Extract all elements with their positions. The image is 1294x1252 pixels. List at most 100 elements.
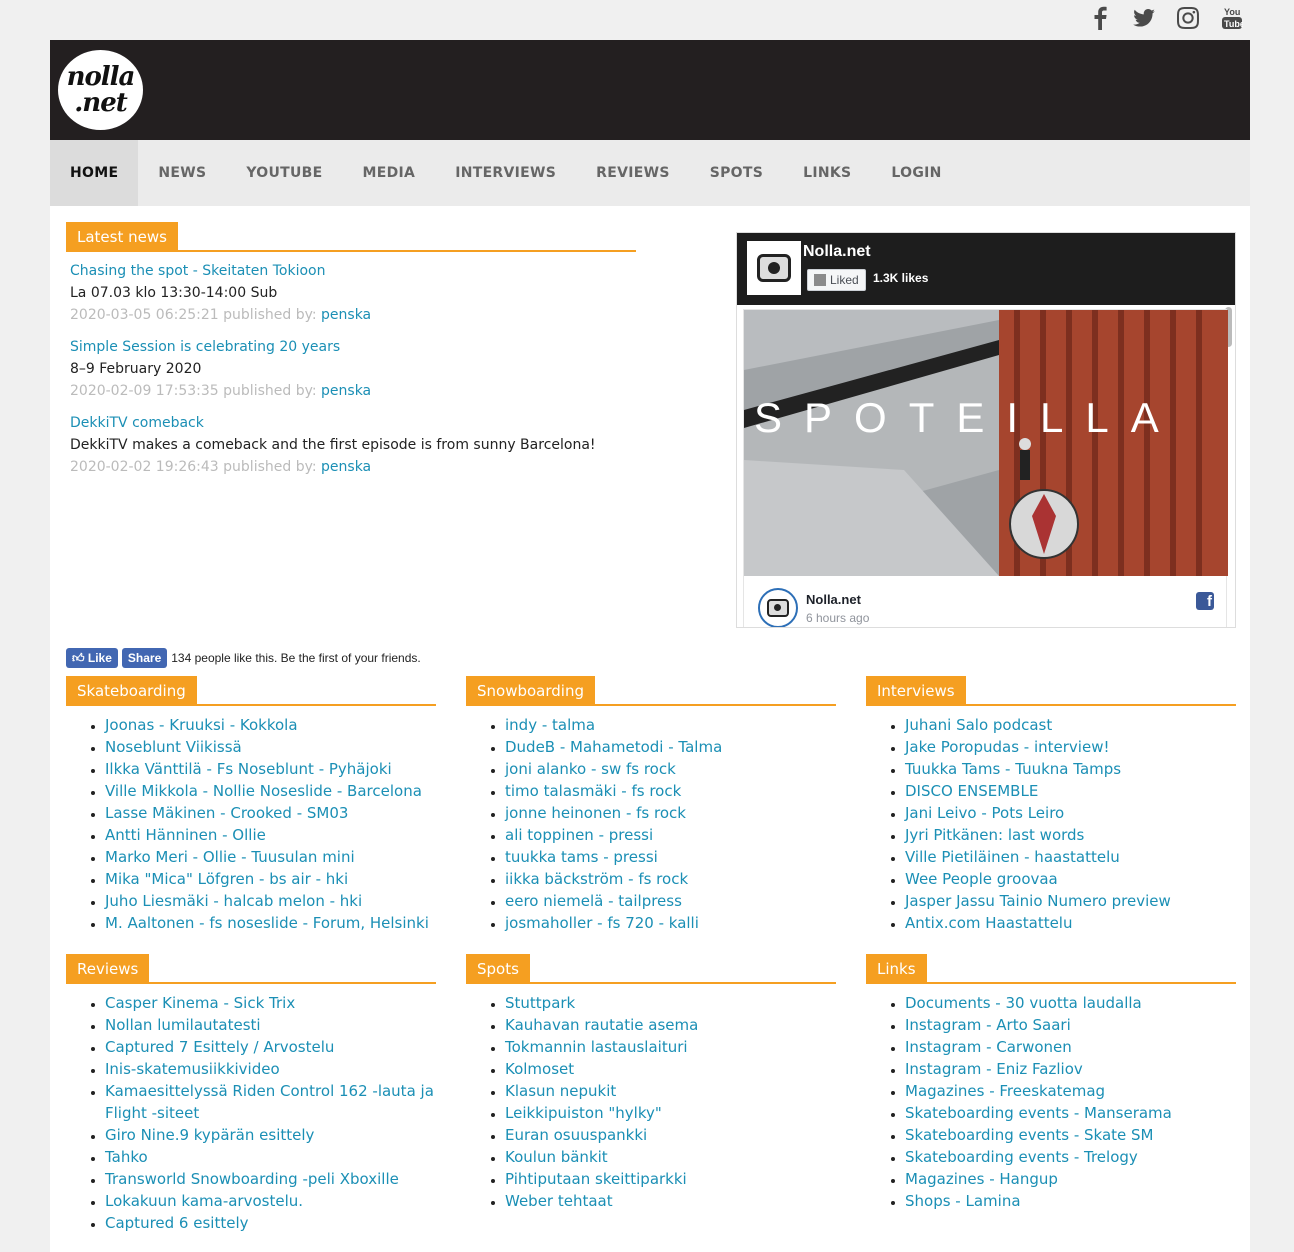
list-item: Instagram - Carwonen: [905, 1036, 1236, 1058]
twitter-icon[interactable]: [1132, 6, 1156, 30]
list-link[interactable]: DISCO ENSEMBLE: [905, 782, 1038, 800]
list-link[interactable]: Lokakuun kama-arvostelu.: [105, 1192, 303, 1210]
list-link[interactable]: Captured 7 Esittely / Arvostelu: [105, 1038, 334, 1056]
list-link[interactable]: Klasun nepukit: [505, 1082, 616, 1100]
list-link[interactable]: Wee People groovaa: [905, 870, 1058, 888]
section-title: Links: [866, 954, 927, 984]
list-link[interactable]: Antti Hänninen - Ollie: [105, 826, 266, 844]
list-link[interactable]: Skateboarding events - Trelogy: [905, 1148, 1138, 1166]
list-link[interactable]: Instagram - Arto Saari: [905, 1016, 1071, 1034]
list-link[interactable]: Instagram - Carwonen: [905, 1038, 1072, 1056]
category-heading: Interviews: [866, 676, 1236, 706]
list-link[interactable]: Tokmannin lastauslaituri: [505, 1038, 688, 1056]
list-link[interactable]: Skateboarding events - Skate SM: [905, 1126, 1154, 1144]
fb-liked-button[interactable]: Liked: [807, 269, 866, 291]
nav-login[interactable]: LOGIN: [871, 140, 961, 206]
instagram-icon[interactable]: [1176, 6, 1200, 30]
fb-share-button[interactable]: Share: [121, 648, 168, 668]
list-link[interactable]: Nollan lumilautatesti: [105, 1016, 261, 1034]
list-link[interactable]: Tuukka Tams - Tuukna Tamps: [905, 760, 1121, 778]
list-link[interactable]: Casper Kinema - Sick Trix: [105, 994, 295, 1012]
facebook-icon[interactable]: [1088, 6, 1112, 30]
list-link[interactable]: Noseblunt Viikissä: [105, 738, 242, 756]
facebook-icon[interactable]: f: [1196, 592, 1214, 610]
list-link[interactable]: Tahko: [105, 1148, 148, 1166]
svg-text:Tube: Tube: [1224, 19, 1243, 29]
list-link[interactable]: Koulun bänkit: [505, 1148, 608, 1166]
list-link[interactable]: Lasse Mäkinen - Crooked - SM03: [105, 804, 348, 822]
list-link[interactable]: Mika "Mica" Löfgren - bs air - hki: [105, 870, 348, 888]
list-link[interactable]: Giro Nine.9 kypärän esittely: [105, 1126, 314, 1144]
list-link[interactable]: Instagram - Eniz Fazliov: [905, 1060, 1083, 1078]
list-link[interactable]: Leikkipuiston "hylky": [505, 1104, 662, 1122]
list-item: Kauhavan rautatie asema: [505, 1014, 836, 1036]
category-reviews: Reviews Casper Kinema - Sick Trix Nollan…: [66, 954, 436, 1234]
list-link[interactable]: Magazines - Freeskatemag: [905, 1082, 1105, 1100]
list-link[interactable]: joni alanko - sw fs rock: [505, 760, 676, 778]
list-link[interactable]: Jake Poropudas - interview!: [905, 738, 1109, 756]
news-title-link[interactable]: Simple Session is celebrating 20 years: [70, 336, 636, 358]
list-link[interactable]: Euran osuuspankki: [505, 1126, 647, 1144]
fb-post-image[interactable]: SPOTEILLA: [744, 310, 1228, 576]
fb-post-time[interactable]: 6 hours ago: [806, 611, 869, 625]
list-link[interactable]: Jyri Pitkänen: last words: [905, 826, 1084, 844]
list-link[interactable]: iikka bäckström - fs rock: [505, 870, 688, 888]
list-link[interactable]: M. Aaltonen - fs noseslide - Forum, Hels…: [105, 914, 429, 932]
news-author-link[interactable]: penska: [321, 307, 371, 323]
list-link[interactable]: Kauhavan rautatie asema: [505, 1016, 698, 1034]
nav-media[interactable]: MEDIA: [343, 140, 436, 206]
list-item: Transworld Snowboarding -peli Xboxille: [105, 1168, 436, 1190]
news-author-link[interactable]: penska: [321, 383, 371, 399]
fb-post-avatar[interactable]: [758, 588, 798, 627]
list-link[interactable]: Jani Leivo - Pots Leiro: [905, 804, 1064, 822]
fb-page-name[interactable]: Nolla.net: [803, 243, 871, 261]
list-item: Euran osuuspankki: [505, 1124, 836, 1146]
list-link[interactable]: Joonas - Kruuksi - Kokkola: [105, 716, 298, 734]
list-link[interactable]: Transworld Snowboarding -peli Xboxille: [105, 1170, 399, 1188]
list-link[interactable]: timo talasmäki - fs rock: [505, 782, 681, 800]
nav-interviews[interactable]: INTERVIEWS: [435, 140, 576, 206]
list-link[interactable]: Kolmoset: [505, 1060, 574, 1078]
news-author-link[interactable]: penska: [321, 459, 371, 475]
list-link[interactable]: Inis-skatemusiikkivideo: [105, 1060, 280, 1078]
fb-page-avatar[interactable]: [747, 241, 801, 295]
list-link[interactable]: Ilkka Vänttilä - Fs Noseblunt - Pyhäjoki: [105, 760, 392, 778]
list-link[interactable]: Jasper Jassu Tainio Numero preview: [905, 892, 1171, 910]
nav-links[interactable]: LINKS: [783, 140, 871, 206]
list-link[interactable]: Antix.com Haastattelu: [905, 914, 1072, 932]
list-link[interactable]: Magazines - Hangup: [905, 1170, 1058, 1188]
nav-reviews[interactable]: REVIEWS: [576, 140, 690, 206]
list-link[interactable]: Pihtiputaan skeittiparkki: [505, 1170, 687, 1188]
list-link[interactable]: Marko Meri - Ollie - Tuusulan mini: [105, 848, 355, 866]
category-heading: Spots: [466, 954, 836, 984]
list-link[interactable]: Juhani Salo podcast: [905, 716, 1052, 734]
fb-like-button[interactable]: 👍︎ Like: [66, 648, 118, 668]
list-link[interactable]: Captured 6 esittely: [105, 1214, 249, 1232]
list-link[interactable]: Ville Pietiläinen - haastattelu: [905, 848, 1120, 866]
list-link[interactable]: Skateboarding events - Manserama: [905, 1104, 1172, 1122]
list-link[interactable]: jonne heinonen - fs rock: [505, 804, 686, 822]
list-link[interactable]: Ville Mikkola - Nollie Noseslide - Barce…: [105, 782, 422, 800]
news-title-link[interactable]: DekkiTV comeback: [70, 412, 636, 434]
list-link[interactable]: DudeB - Mahametodi - Talma: [505, 738, 722, 756]
list-item: indy - talma: [505, 714, 836, 736]
fb-post-author[interactable]: Nolla.net: [806, 592, 861, 607]
list-link[interactable]: Shops - Lamina: [905, 1192, 1021, 1210]
list-link[interactable]: Weber tehtaat: [505, 1192, 613, 1210]
nav-youtube[interactable]: YOUTUBE: [226, 140, 342, 206]
list-link[interactable]: Documents - 30 vuotta laudalla: [905, 994, 1142, 1012]
nav-home[interactable]: HOME: [50, 140, 139, 206]
site-logo[interactable]: nolla .net: [58, 50, 143, 130]
list-link[interactable]: Juho Liesmäki - halcab melon - hki: [105, 892, 362, 910]
list-link[interactable]: eero niemelä - tailpress: [505, 892, 682, 910]
list-link[interactable]: Stuttpark: [505, 994, 575, 1012]
list-link[interactable]: josmaholler - fs 720 - kalli: [505, 914, 699, 932]
list-link[interactable]: ali toppinen - pressi: [505, 826, 653, 844]
nav-news[interactable]: NEWS: [138, 140, 226, 206]
nav-spots[interactable]: SPOTS: [690, 140, 783, 206]
news-title-link[interactable]: Chasing the spot - Skeitaten Tokioon: [70, 260, 636, 282]
list-link[interactable]: indy - talma: [505, 716, 595, 734]
list-link[interactable]: Kamaesittelyssä Riden Control 162 -lauta…: [105, 1082, 434, 1122]
list-link[interactable]: tuukka tams - pressi: [505, 848, 658, 866]
youtube-icon[interactable]: You Tube: [1220, 6, 1244, 30]
